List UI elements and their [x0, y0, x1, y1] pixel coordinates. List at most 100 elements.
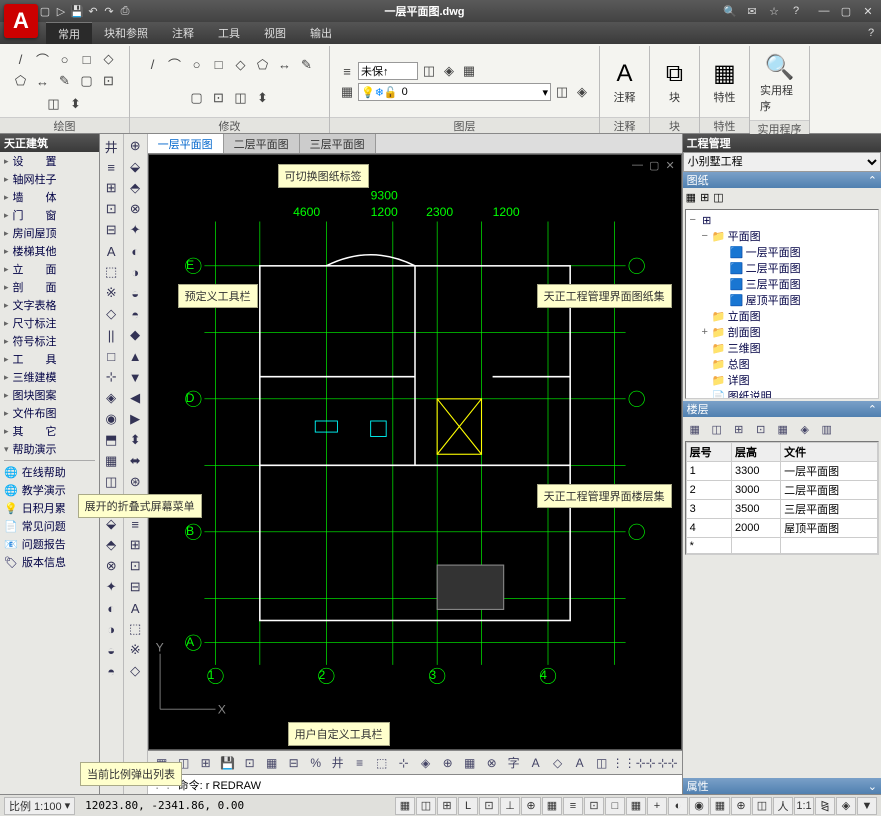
toolbar-button[interactable]: ⬌ [125, 451, 145, 471]
userbar-button[interactable]: ⊹⊹ [658, 753, 678, 773]
close-icon[interactable]: ✕ [859, 4, 877, 18]
userbar-button[interactable]: ⋮⋮ [614, 753, 634, 773]
floor-btn-7[interactable]: ▥ [818, 420, 836, 438]
project-select[interactable]: 小别墅工程 [683, 152, 881, 172]
status-button[interactable]: ◐ [668, 797, 688, 815]
status-button[interactable]: + [647, 797, 667, 815]
floor-table[interactable]: 层号层高文件13300一层平面图23000二层平面图33500三层平面图4200… [686, 442, 878, 554]
table-row[interactable]: 42000屋顶平面图 [686, 519, 877, 538]
left-item-帮助演示[interactable]: ▾帮助演示 [0, 440, 99, 458]
toolbar-button[interactable]: ◓ [125, 304, 145, 324]
userbar-button[interactable]: ◇ [548, 753, 568, 773]
layer-icon[interactable]: ◫ [553, 83, 571, 101]
toolbar-button[interactable]: 井 [101, 136, 121, 156]
qat-redo-icon[interactable]: ↷ [102, 4, 116, 18]
floor-btn-2[interactable]: ◫ [708, 420, 726, 438]
status-button[interactable]: ⊥ [500, 797, 520, 815]
status-button[interactable]: ▦ [542, 797, 562, 815]
toolbar-button[interactable]: ⊡ [125, 556, 145, 576]
menu-工具[interactable]: 工具 [206, 22, 252, 44]
drawing-tab-二层平面图[interactable]: 二层平面图 [224, 134, 300, 153]
section-props[interactable]: 属性⌄ [683, 778, 881, 794]
ribbon-tool-icon[interactable]: ✎ [56, 72, 74, 90]
ribbon-tool-icon[interactable]: ◇ [232, 56, 250, 74]
viewport-min-icon[interactable]: — [632, 159, 643, 172]
toolbar-button[interactable]: ⊕ [125, 136, 145, 156]
status-button[interactable]: ⊕ [521, 797, 541, 815]
ribbon-tool-icon[interactable]: ⬠ [12, 72, 30, 90]
toolbar-button[interactable]: ◉ [101, 409, 121, 429]
tree-btn-1[interactable]: ▦ [686, 191, 696, 204]
table-row[interactable]: 13300一层平面图 [686, 462, 877, 481]
left-item-尺寸标注[interactable]: ▸尺寸标注 [0, 314, 99, 332]
userbar-button[interactable]: ⊟ [284, 753, 304, 773]
left-item-版本信息[interactable]: 🏷版本信息 [0, 553, 99, 571]
left-item-工 具[interactable]: ▸工 具 [0, 350, 99, 368]
toolbar-button[interactable]: || [101, 325, 121, 345]
left-item-文件布图[interactable]: ▸文件布图 [0, 404, 99, 422]
table-row[interactable]: 23000二层平面图 [686, 481, 877, 500]
layer-props-icon[interactable]: ▦ [338, 83, 356, 101]
toolbar-button[interactable]: ◒ [101, 640, 121, 660]
toolbar-button[interactable]: ◇ [101, 304, 121, 324]
ribbon-tool-icon[interactable]: ⬠ [254, 56, 272, 74]
ribbon-tool-icon[interactable]: ⌒ [166, 56, 184, 74]
tree-node-剖面图[interactable]: +📁剖面图 [688, 324, 876, 340]
userbar-button[interactable]: ◫ [592, 753, 612, 773]
drawing-tab-三层平面图[interactable]: 三层平面图 [300, 134, 376, 153]
canvas[interactable]: — ▢ ✕ [148, 154, 682, 750]
menu-输出[interactable]: 输出 [298, 22, 344, 44]
layer-icon[interactable]: ◈ [440, 62, 458, 80]
toolbar-button[interactable]: ⊗ [101, 556, 121, 576]
userbar-button[interactable]: 井 [328, 753, 348, 773]
toolbar-button[interactable]: ⬚ [101, 262, 121, 282]
userbar-button[interactable]: A [570, 753, 590, 773]
ribbon-tool-icon[interactable]: ⊡ [100, 72, 118, 90]
userbar-button[interactable]: % [306, 753, 326, 773]
floor-btn-6[interactable]: ◈ [796, 420, 814, 438]
status-button[interactable]: ▼ [857, 797, 877, 815]
ribbon-tool-icon[interactable]: ◇ [100, 50, 118, 68]
qat-open-icon[interactable]: ▷ [54, 4, 68, 18]
ribbon-tool-icon[interactable]: / [12, 50, 30, 68]
status-button[interactable]: 人 [773, 797, 793, 815]
left-item-房间屋顶[interactable]: ▸房间屋顶 [0, 224, 99, 242]
help-icon[interactable]: ? [787, 4, 805, 18]
menu-块和参照[interactable]: 块和参照 [92, 22, 160, 44]
left-item-问题报告[interactable]: 📧问题报告 [0, 535, 99, 553]
section-floors[interactable]: 楼层⌃ [683, 401, 881, 417]
left-item-图块图案[interactable]: ▸图块图案 [0, 386, 99, 404]
qat-save-icon[interactable]: 💾 [70, 4, 84, 18]
toolbar-button[interactable]: ◆ [125, 325, 145, 345]
minimize-icon[interactable]: — [815, 4, 833, 18]
star-icon[interactable]: ☆ [765, 4, 783, 18]
toolbar-button[interactable]: ⊟ [101, 220, 121, 240]
toolbar-button[interactable]: A [101, 241, 121, 261]
status-button[interactable]: ◫ [416, 797, 436, 815]
status-button[interactable]: ⊡ [584, 797, 604, 815]
toolbar-button[interactable]: □ [101, 346, 121, 366]
qat-undo-icon[interactable]: ↶ [86, 4, 100, 18]
ribbon-tool-icon[interactable]: ▢ [188, 89, 206, 107]
toolbar-button[interactable]: ⊞ [125, 535, 145, 555]
status-button[interactable]: ⊡ [479, 797, 499, 815]
tree-node-二层平面图[interactable]: 🟦二层平面图 [688, 260, 876, 276]
app-menu-button[interactable]: A [4, 4, 38, 38]
floor-btn-5[interactable]: ▦ [774, 420, 792, 438]
status-button[interactable]: ⧎ [815, 797, 835, 815]
layer-icon[interactable]: ≡ [338, 62, 356, 80]
userbar-button[interactable]: ⊡ [240, 753, 260, 773]
ribbon-tool-icon[interactable]: / [144, 56, 162, 74]
search-icon[interactable]: 🔍 [721, 4, 739, 18]
userbar-button[interactable]: ▦ [262, 753, 282, 773]
toolbar-button[interactable]: ▦ [101, 451, 121, 471]
status-button[interactable]: ◈ [836, 797, 856, 815]
toolbar-button[interactable]: ⬍ [125, 430, 145, 450]
left-item-设 置[interactable]: ▸设 置 [0, 152, 99, 170]
userbar-button[interactable]: ⊕ [438, 753, 458, 773]
left-item-门 窗[interactable]: ▸门 窗 [0, 206, 99, 224]
status-button[interactable]: ≡ [563, 797, 583, 815]
status-button[interactable]: ◉ [689, 797, 709, 815]
layer-combo[interactable]: 💡❄🔓0▾ [358, 83, 551, 101]
ribbon-tool-icon[interactable]: □ [210, 56, 228, 74]
